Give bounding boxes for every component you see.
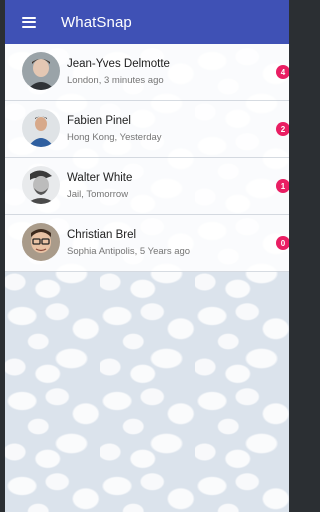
unread-badge: 0 xyxy=(276,236,289,250)
unread-badge: 2 xyxy=(276,122,289,136)
avatar xyxy=(22,166,60,204)
hamburger-menu-icon[interactable] xyxy=(22,16,36,28)
contact-name: Fabien Pinel xyxy=(67,115,131,127)
app-title: WhatSnap xyxy=(61,13,132,31)
avatar-icon xyxy=(22,166,60,204)
avatar-icon xyxy=(22,109,60,147)
contact-row[interactable]: Walter White Jail, Tomorrow 1 xyxy=(5,158,289,215)
unread-badge: 4 xyxy=(276,65,289,79)
contact-row[interactable]: Jean-Yves Delmotte London, 3 minutes ago… xyxy=(5,44,289,101)
avatar-icon xyxy=(22,52,60,90)
unread-badge: 1 xyxy=(276,179,289,193)
contact-name: Walter White xyxy=(67,172,133,184)
contact-row[interactable]: Christian Brel Sophia Antipolis, 5 Years… xyxy=(5,215,289,272)
chat-list-background: Jean-Yves Delmotte London, 3 minutes ago… xyxy=(5,44,289,512)
contact-subtitle: Sophia Antipolis, 5 Years ago xyxy=(67,246,191,257)
contact-list: Jean-Yves Delmotte London, 3 minutes ago… xyxy=(5,44,289,272)
contact-subtitle: Jail, Tomorrow xyxy=(67,189,129,200)
contact-subtitle: Hong Kong, Yesterday xyxy=(67,132,162,143)
contact-name: Jean-Yves Delmotte xyxy=(67,58,170,70)
contact-subtitle: London, 3 minutes ago xyxy=(67,75,164,86)
app-frame: WhatSnap Jean-Yves Delmotte London, 3 mi… xyxy=(5,0,289,512)
contact-row[interactable]: Fabien Pinel Hong Kong, Yesterday 2 xyxy=(5,101,289,158)
avatar-icon xyxy=(22,223,60,261)
avatar xyxy=(22,52,60,90)
contact-name: Christian Brel xyxy=(67,229,137,241)
app-bar: WhatSnap xyxy=(5,0,289,44)
avatar xyxy=(22,223,60,261)
avatar xyxy=(22,109,60,147)
